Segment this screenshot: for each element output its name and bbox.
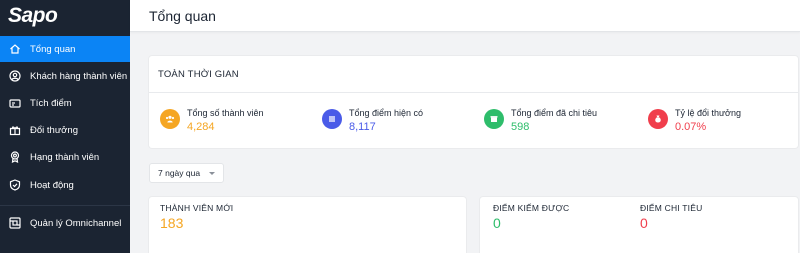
sidebar-item-omnichannel[interactable]: Quản lý Omnichannel bbox=[0, 210, 130, 236]
stat-value: 0.07% bbox=[675, 121, 707, 133]
new-members-card: THÀNH VIÊN MỚI 183 bbox=[149, 197, 466, 253]
chevron-down-icon bbox=[209, 172, 215, 175]
sidebar-item-label: Quản lý Omnichannel bbox=[30, 217, 122, 229]
stat-total-members: Tổng số thành viên 4,284 bbox=[160, 108, 264, 135]
shield-icon bbox=[9, 179, 21, 191]
sidebar-item-label: Khách hàng thành viên bbox=[30, 70, 128, 82]
spent-points-value: 0 bbox=[640, 215, 648, 231]
sidebar-item-overview[interactable]: Tổng quan bbox=[0, 36, 130, 62]
stat-total-points: Tổng điểm hiện có 8,117 bbox=[322, 108, 423, 135]
earned-points-label: ĐIỂM KIẾM ĐƯỢC bbox=[493, 203, 570, 213]
medal-icon bbox=[9, 151, 21, 163]
gift-icon bbox=[9, 124, 21, 136]
stat-spent-points: Tổng điểm đã chi tiêu 598 bbox=[484, 108, 597, 135]
new-members-value: 183 bbox=[160, 215, 184, 231]
card-title: TOÀN THỜI GIAN bbox=[158, 69, 239, 80]
sidebar-item-rewards[interactable]: Đổi thưởng bbox=[0, 117, 130, 143]
period-select-value: 7 ngày qua bbox=[158, 168, 201, 178]
user-circle-icon bbox=[9, 70, 21, 82]
omnichannel-icon bbox=[9, 217, 21, 229]
sidebar: Sapo Tổng quan Khách hàng thành viên Tíc… bbox=[0, 0, 130, 253]
sidebar-item-label: Tổng quan bbox=[30, 43, 76, 55]
sidebar-item-label: Hạng thành viên bbox=[30, 151, 100, 163]
sidebar-item-activity[interactable]: Hoạt động bbox=[0, 172, 130, 198]
stat-value: 598 bbox=[511, 121, 530, 133]
sidebar-item-members[interactable]: Khách hàng thành viên bbox=[0, 63, 130, 89]
earned-points-value: 0 bbox=[493, 215, 501, 231]
home-icon bbox=[9, 43, 21, 55]
stat-value: 8,117 bbox=[349, 121, 376, 133]
spent-points-label: ĐIỂM CHI TIÊU bbox=[640, 203, 703, 213]
new-members-label: THÀNH VIÊN MỚI bbox=[160, 203, 234, 213]
points-card: ĐIỂM KIẾM ĐƯỢC 0 ĐIỂM CHI TIÊU 0 bbox=[480, 197, 798, 253]
logo-text: Sapo bbox=[8, 4, 58, 27]
stat-label: Tổng số thành viên bbox=[187, 108, 264, 118]
card-icon bbox=[9, 97, 21, 109]
sidebar-item-label: Hoạt động bbox=[30, 179, 74, 191]
stat-value: 4,284 bbox=[187, 121, 215, 133]
sapo-logo[interactable]: Sapo bbox=[0, 0, 130, 32]
money-bag-icon bbox=[648, 109, 668, 129]
stat-redemption-rate: Tỷ lệ đổi thưởng 0.07% bbox=[648, 108, 741, 135]
stat-label: Tỷ lệ đổi thưởng bbox=[675, 108, 741, 118]
top-header: Tổng quan bbox=[130, 0, 800, 32]
list-icon bbox=[322, 109, 342, 129]
page-title: Tổng quan bbox=[149, 8, 216, 24]
stat-label: Tổng điểm hiện có bbox=[349, 108, 424, 118]
sidebar-item-points[interactable]: Tích điểm bbox=[0, 90, 130, 116]
period-select[interactable]: 7 ngày qua bbox=[149, 163, 224, 183]
users-icon bbox=[160, 109, 180, 129]
sidebar-divider bbox=[0, 205, 130, 206]
sidebar-item-label: Đổi thưởng bbox=[30, 124, 78, 136]
divider bbox=[149, 92, 798, 93]
all-time-card: TOÀN THỜI GIAN Tổng số thành viên 4,284 … bbox=[149, 56, 798, 148]
box-icon bbox=[484, 109, 504, 129]
sidebar-item-tiers[interactable]: Hạng thành viên bbox=[0, 144, 130, 170]
sidebar-item-label: Tích điểm bbox=[30, 97, 72, 109]
stat-label: Tổng điểm đã chi tiêu bbox=[511, 108, 598, 118]
